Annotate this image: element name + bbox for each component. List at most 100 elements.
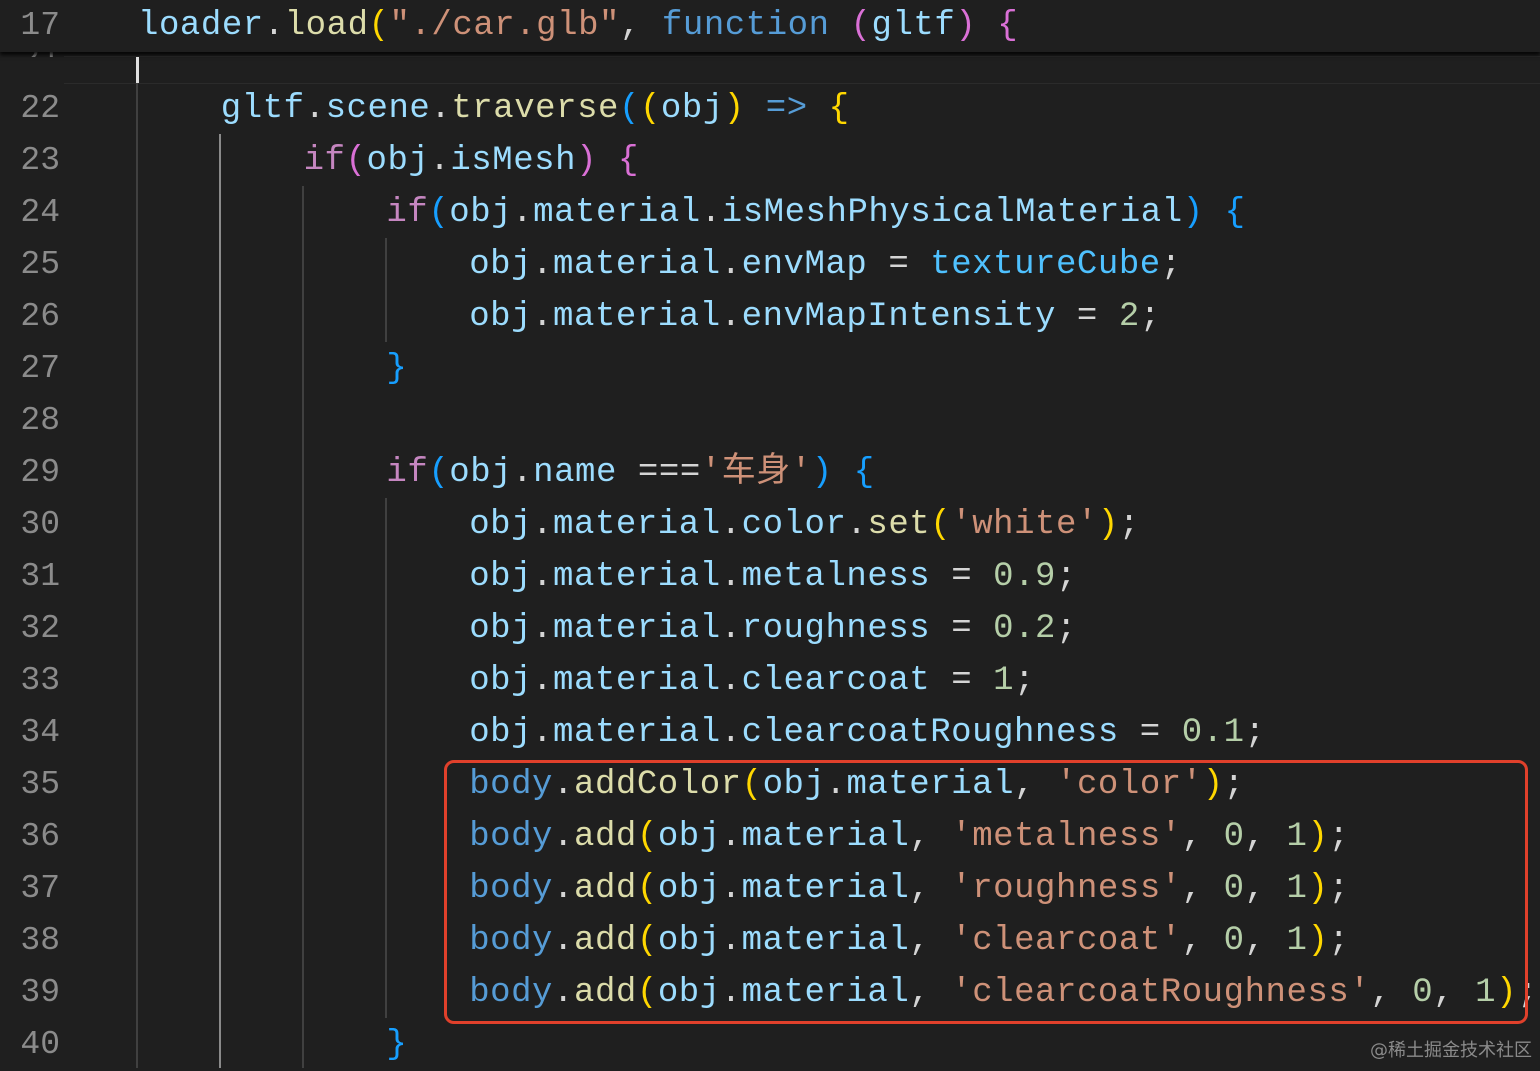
line-number: 23 — [20, 142, 60, 179]
code-token: ) — [576, 142, 598, 180]
code-line[interactable]: 30 obj.material.color.set('white'); — [0, 499, 1540, 551]
code-token: ) — [955, 7, 977, 45]
code-token: obj — [469, 714, 533, 752]
sticky-code-line[interactable]: 17 loader.load("./car.glb", function (gl… — [0, 0, 1540, 52]
code-text: obj.material.envMap = textureCube; — [469, 239, 1182, 291]
code-token: . — [304, 90, 326, 128]
code-token: ( — [850, 7, 872, 45]
code-editor[interactable]: 17 loader.load("./car.glb", function (gl… — [0, 0, 1540, 1068]
code-token: ; — [1055, 610, 1077, 648]
code-token: ; — [1160, 246, 1182, 284]
line-number: 26 — [20, 298, 60, 335]
code-text: gltf.scene.traverse((obj) => { — [221, 83, 850, 135]
line-number: 28 — [20, 402, 60, 439]
code-token: ( — [368, 7, 390, 45]
line-number: 25 — [20, 246, 60, 283]
code-token: . — [720, 610, 742, 648]
sticky-scroll-line[interactable]: 17 loader.load("./car.glb", function (gl… — [0, 0, 1540, 52]
code-line[interactable]: 33 obj.material.clearcoat = 1; — [0, 655, 1540, 707]
code-token: scene — [325, 90, 431, 128]
code-token: . — [720, 298, 742, 336]
code-token: obj — [469, 506, 533, 544]
code-text: obj.material.color.set('white'); — [469, 499, 1140, 551]
code-text: obj.material.envMapIntensity = 2; — [469, 291, 1161, 343]
code-token: === — [616, 454, 701, 492]
code-token: . — [720, 662, 742, 700]
code-token: material — [553, 298, 721, 336]
code-line[interactable]: 31 obj.material.metalness = 0.9; — [0, 551, 1540, 603]
code-text: obj.material.clearcoat = 1; — [469, 655, 1035, 707]
line-number: 24 — [20, 194, 60, 231]
code-line[interactable]: 40} — [0, 1019, 1540, 1071]
code-line[interactable]: 23 if(obj.isMesh) { — [0, 135, 1540, 187]
code-token: . — [532, 610, 554, 648]
current-line-highlight — [64, 56, 1540, 84]
code-token: ( — [345, 142, 367, 180]
line-number: 22 — [20, 90, 60, 127]
code-line[interactable]: 27} — [0, 343, 1540, 395]
code-text: if(obj.isMesh) { — [304, 135, 639, 187]
code-line[interactable]: 28 — [0, 395, 1540, 447]
code-token: color — [741, 506, 847, 544]
code-token: ; — [1244, 714, 1266, 752]
code-token: obj — [469, 298, 533, 336]
code-token: textureCube — [930, 246, 1161, 284]
code-token: envMap — [741, 246, 868, 284]
watermark: @稀土掘金技术社区 — [1370, 1040, 1532, 1061]
code-token: . — [532, 246, 554, 284]
code-token: ) — [1182, 194, 1204, 232]
code-token: . — [720, 714, 742, 752]
line-number: 39 — [20, 974, 60, 1011]
code-token: 1 — [993, 662, 1015, 700]
code-token: material — [553, 662, 721, 700]
code-token: if — [386, 194, 429, 232]
code-line[interactable]: 32 obj.material.roughness = 0.2; — [0, 603, 1540, 655]
code-token: material — [553, 246, 721, 284]
code-token: 0.9 — [993, 558, 1056, 596]
code-token: ) — [1097, 506, 1119, 544]
code-token: . — [532, 506, 554, 544]
code-token: . — [532, 662, 554, 700]
code-line[interactable]: 25 obj.material.envMap = textureCube; — [0, 239, 1540, 291]
code-token: { — [828, 90, 850, 128]
code-line[interactable]: 22 gltf.scene.traverse((obj) => { — [0, 83, 1540, 135]
code-token: { — [1224, 194, 1246, 232]
code-token: = — [1055, 298, 1119, 336]
text-cursor — [136, 57, 139, 83]
code-token: . — [429, 142, 451, 180]
code-line[interactable]: 24 if(obj.material.isMeshPhysicalMaterial… — [0, 187, 1540, 239]
code-token: ( — [930, 506, 952, 544]
code-text: obj.material.roughness = 0.2; — [469, 603, 1077, 655]
code-text: if(obj.material.isMeshPhysicalMaterial) … — [386, 187, 1245, 239]
code-text: if(obj.name ==='车身') { — [386, 447, 874, 499]
code-token: . — [720, 246, 742, 284]
code-token: '车身' — [700, 454, 812, 492]
code-line[interactable]: 34 obj.material.clearcoatRoughness = 0.1; — [0, 707, 1540, 759]
code-line[interactable]: 29 if(obj.name ==='车身') { — [0, 447, 1540, 499]
code-text: obj.material.metalness = 0.9; — [469, 551, 1077, 603]
code-token: ( — [428, 454, 450, 492]
line-number: 30 — [20, 506, 60, 543]
code-token: material — [553, 506, 721, 544]
code-token: . — [430, 90, 452, 128]
code-token: . — [720, 558, 742, 596]
code-token: = — [1118, 714, 1182, 752]
code-token: ) — [811, 454, 833, 492]
code-token: name — [533, 454, 617, 492]
code-line[interactable]: 26 obj.material.envMapIntensity = 2; — [0, 291, 1540, 343]
code-token: , — [620, 7, 662, 45]
code-token: obj — [469, 246, 533, 284]
code-token: gltf — [220, 90, 305, 128]
code-token: } — [386, 1026, 408, 1064]
code-token: . — [512, 194, 534, 232]
code-token: 2 — [1118, 298, 1140, 336]
line-number: 27 — [20, 350, 60, 387]
line-number: 38 — [20, 922, 60, 959]
line-number: 40 — [20, 1026, 60, 1063]
line-number: 29 — [20, 454, 60, 491]
code-token: material — [533, 194, 701, 232]
